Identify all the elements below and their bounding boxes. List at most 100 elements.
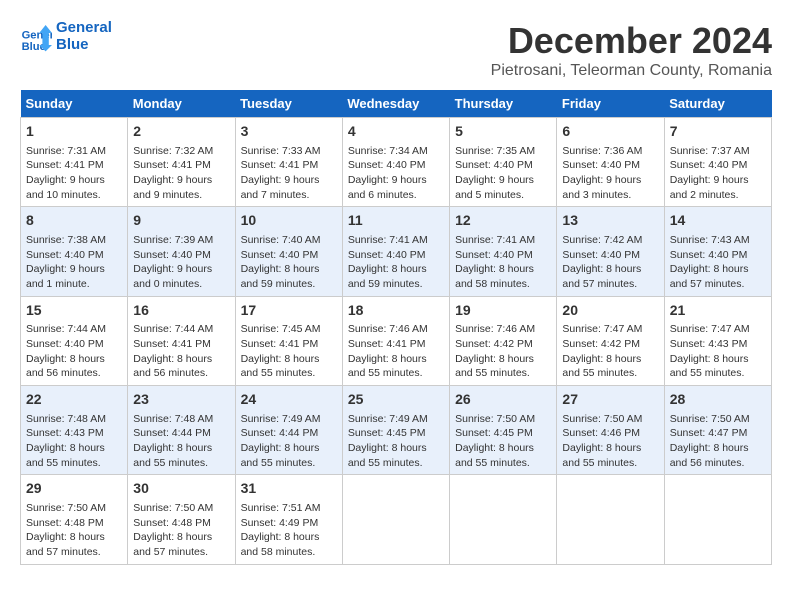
calendar-day-cell <box>342 475 449 564</box>
day-info: Sunrise: 7:50 AM <box>562 412 658 427</box>
day-number: 26 <box>455 390 551 410</box>
calendar-day-cell: 9Sunrise: 7:39 AMSunset: 4:40 PMDaylight… <box>128 207 235 296</box>
day-info: Sunrise: 7:36 AM <box>562 144 658 159</box>
weekday-header-cell: Wednesday <box>342 90 449 118</box>
day-info: Daylight: 8 hours and 56 minutes. <box>133 352 229 381</box>
calendar-day-cell: 31Sunrise: 7:51 AMSunset: 4:49 PMDayligh… <box>235 475 342 564</box>
day-info: Sunset: 4:41 PM <box>348 337 444 352</box>
day-number: 22 <box>26 390 122 410</box>
day-number: 11 <box>348 211 444 231</box>
day-info: Sunset: 4:44 PM <box>241 426 337 441</box>
calendar-day-cell: 2Sunrise: 7:32 AMSunset: 4:41 PMDaylight… <box>128 118 235 207</box>
day-info: Sunrise: 7:51 AM <box>241 501 337 516</box>
day-info: Sunset: 4:40 PM <box>26 337 122 352</box>
calendar-day-cell: 11Sunrise: 7:41 AMSunset: 4:40 PMDayligh… <box>342 207 449 296</box>
day-info: Sunrise: 7:33 AM <box>241 144 337 159</box>
calendar-day-cell: 27Sunrise: 7:50 AMSunset: 4:46 PMDayligh… <box>557 386 664 475</box>
day-number: 30 <box>133 479 229 499</box>
day-number: 21 <box>670 301 766 321</box>
day-info: Sunset: 4:40 PM <box>348 248 444 263</box>
day-info: Sunset: 4:45 PM <box>455 426 551 441</box>
calendar-day-cell: 10Sunrise: 7:40 AMSunset: 4:40 PMDayligh… <box>235 207 342 296</box>
day-info: Sunset: 4:42 PM <box>562 337 658 352</box>
day-info: Sunrise: 7:47 AM <box>562 322 658 337</box>
weekday-header-row: SundayMondayTuesdayWednesdayThursdayFrid… <box>21 90 772 118</box>
calendar-day-cell: 7Sunrise: 7:37 AMSunset: 4:40 PMDaylight… <box>664 118 771 207</box>
day-info: Daylight: 8 hours and 55 minutes. <box>133 441 229 470</box>
day-info: Sunset: 4:43 PM <box>670 337 766 352</box>
day-info: Sunset: 4:42 PM <box>455 337 551 352</box>
day-info: Sunset: 4:48 PM <box>133 516 229 531</box>
day-number: 6 <box>562 122 658 142</box>
calendar-day-cell: 14Sunrise: 7:43 AMSunset: 4:40 PMDayligh… <box>664 207 771 296</box>
day-info: Sunset: 4:40 PM <box>241 248 337 263</box>
day-info: Sunset: 4:41 PM <box>133 337 229 352</box>
day-info: Sunset: 4:41 PM <box>241 337 337 352</box>
calendar-day-cell <box>664 475 771 564</box>
calendar-day-cell: 23 Sunrise: 7:48 AMSunset: 4:44 PMDayligh… <box>128 386 235 475</box>
day-number: 19 <box>455 301 551 321</box>
calendar-day-cell: 13Sunrise: 7:42 AMSunset: 4:40 PMDayligh… <box>557 207 664 296</box>
subtitle: Pietrosani, Teleorman County, Romania <box>491 62 772 80</box>
calendar-day-cell: 30Sunrise: 7:50 AMSunset: 4:48 PMDayligh… <box>128 475 235 564</box>
calendar-week-row: 8Sunrise: 7:38 AMSunset: 4:40 PMDaylight… <box>21 207 772 296</box>
day-info: Sunset: 4:40 PM <box>133 248 229 263</box>
calendar-day-cell: 19Sunrise: 7:46 AMSunset: 4:42 PMDayligh… <box>450 296 557 385</box>
day-info: Sunrise: 7:48 AM <box>133 412 229 427</box>
day-info: Daylight: 8 hours and 59 minutes. <box>348 262 444 291</box>
logo: General Blue General Blue <box>20 20 112 53</box>
day-info: Sunrise: 7:41 AM <box>455 233 551 248</box>
day-info: Sunrise: 7:45 AM <box>241 322 337 337</box>
day-info: Daylight: 8 hours and 55 minutes. <box>348 352 444 381</box>
calendar-day-cell: 20Sunrise: 7:47 AMSunset: 4:42 PMDayligh… <box>557 296 664 385</box>
calendar-table: SundayMondayTuesdayWednesdayThursdayFrid… <box>20 90 772 565</box>
calendar-day-cell: 29Sunrise: 7:50 AMSunset: 4:48 PMDayligh… <box>21 475 128 564</box>
day-number: 20 <box>562 301 658 321</box>
calendar-day-cell: 1Sunrise: 7:31 AMSunset: 4:41 PMDaylight… <box>21 118 128 207</box>
day-info: Daylight: 8 hours and 55 minutes. <box>26 441 122 470</box>
day-info: Daylight: 8 hours and 55 minutes. <box>670 352 766 381</box>
day-info: Daylight: 9 hours and 7 minutes. <box>241 173 337 202</box>
main-title: December 2024 <box>491 20 772 62</box>
calendar-week-row: 15Sunrise: 7:44 AMSunset: 4:40 PMDayligh… <box>21 296 772 385</box>
day-info: Daylight: 9 hours and 10 minutes. <box>26 173 122 202</box>
day-info: Sunset: 4:40 PM <box>562 158 658 173</box>
day-number: 8 <box>26 211 122 231</box>
day-info: Sunset: 4:40 PM <box>26 248 122 263</box>
day-info: Daylight: 8 hours and 58 minutes. <box>455 262 551 291</box>
day-info: Sunrise: 7:35 AM <box>455 144 551 159</box>
day-info: Sunrise: 7:50 AM <box>670 412 766 427</box>
day-number: 23 <box>133 390 229 410</box>
day-info: Sunrise: 7:49 AM <box>241 412 337 427</box>
day-info: Daylight: 9 hours and 5 minutes. <box>455 173 551 202</box>
day-number: 12 <box>455 211 551 231</box>
calendar-day-cell: 6Sunrise: 7:36 AMSunset: 4:40 PMDaylight… <box>557 118 664 207</box>
logo-text: General Blue <box>56 20 112 53</box>
day-info: Sunset: 4:41 PM <box>26 158 122 173</box>
day-number: 24 <box>241 390 337 410</box>
day-info: Daylight: 9 hours and 1 minute. <box>26 262 122 291</box>
day-info: Sunrise: 7:44 AM <box>133 322 229 337</box>
day-info: Daylight: 8 hours and 55 minutes. <box>241 352 337 381</box>
weekday-header-cell: Tuesday <box>235 90 342 118</box>
day-info: Sunset: 4:44 PM <box>133 426 229 441</box>
calendar-day-cell <box>557 475 664 564</box>
calendar-day-cell: 16Sunrise: 7:44 AMSunset: 4:41 PMDayligh… <box>128 296 235 385</box>
day-info: Sunset: 4:49 PM <box>241 516 337 531</box>
day-info: Sunrise: 7:31 AM <box>26 144 122 159</box>
day-info: Sunset: 4:40 PM <box>562 248 658 263</box>
calendar-day-cell: 3Sunrise: 7:33 AMSunset: 4:41 PMDaylight… <box>235 118 342 207</box>
day-info: Sunrise: 7:37 AM <box>670 144 766 159</box>
day-info: Sunrise: 7:47 AM <box>670 322 766 337</box>
day-info: Sunrise: 7:44 AM <box>26 322 122 337</box>
calendar-day-cell: 26Sunrise: 7:50 AMSunset: 4:45 PMDayligh… <box>450 386 557 475</box>
day-number: 29 <box>26 479 122 499</box>
day-number: 2 <box>133 122 229 142</box>
day-info: Sunset: 4:47 PM <box>670 426 766 441</box>
calendar-day-cell: 21Sunrise: 7:47 AMSunset: 4:43 PMDayligh… <box>664 296 771 385</box>
day-number: 5 <box>455 122 551 142</box>
day-info: Sunset: 4:45 PM <box>348 426 444 441</box>
day-info: Daylight: 8 hours and 55 minutes. <box>455 352 551 381</box>
day-number: 9 <box>133 211 229 231</box>
calendar-day-cell: 28Sunrise: 7:50 AMSunset: 4:47 PMDayligh… <box>664 386 771 475</box>
